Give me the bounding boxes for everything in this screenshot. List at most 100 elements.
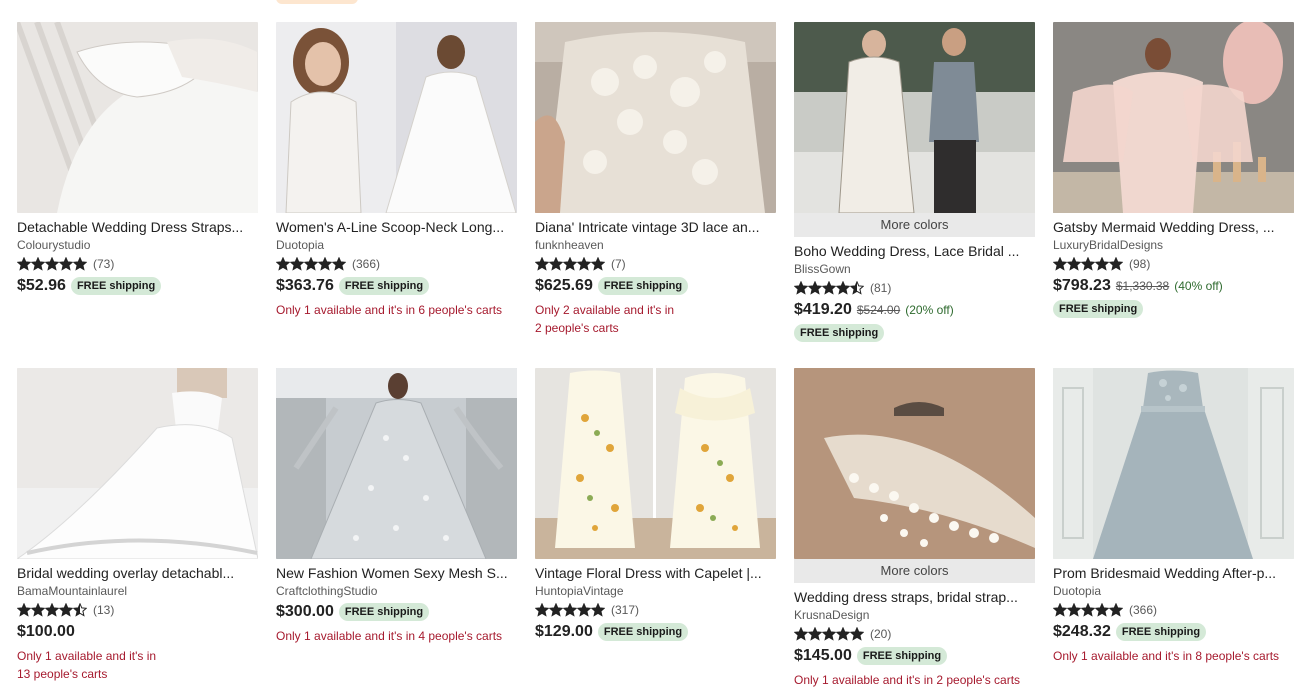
listing-title[interactable]: Bridal wedding overlay detachabl... [17,565,258,581]
free-shipping-badge: FREE shipping [338,277,430,295]
listing-card[interactable]: Gatsby Mermaid Wedding Dress, ... Luxury… [1053,22,1294,368]
shop-name[interactable]: Duotopia [276,238,517,252]
listing-title[interactable]: Women's A-Line Scoop-Neck Long... [276,219,517,235]
price: $248.32 [1053,623,1111,640]
listing-card[interactable]: Prom Bridesmaid Wedding After-p... Duoto… [1053,368,1294,698]
scarcity-notice: Only 1 available and it's in 2 people's … [794,673,1021,687]
listing-image[interactable] [1053,368,1294,559]
listing-image[interactable] [276,368,517,559]
star-icon [17,603,31,617]
star-icon [276,257,290,271]
price-row: $52.96 FREE shipping [17,277,258,295]
star-icon [1081,257,1095,271]
price: $363.76 [276,277,334,294]
shop-name[interactable]: HuntopiaVintage [535,584,776,598]
free-shipping-badge: FREE shipping [856,647,948,665]
shop-name[interactable]: Colourystudio [17,238,258,252]
listing-image[interactable] [535,22,776,213]
price-row: $129.00 FREE shipping [535,623,776,641]
listing-card[interactable]: Detachable Wedding Dress Straps... Colou… [17,22,258,368]
listing-title[interactable]: Wedding dress straps, bridal strap... [794,589,1035,605]
shop-name[interactable]: BlissGown [794,262,1035,276]
star-icon [304,257,318,271]
star-icon [290,257,304,271]
review-count: (366) [1129,603,1158,617]
price-row: $300.00 FREE shipping [276,603,517,621]
price-row: $798.23 $1,330.38 (40% off) [1053,277,1294,295]
scarcity-line: 2 people's carts [535,321,619,335]
price: $129.00 [535,623,593,640]
scarcity-notice: Only 1 available and it's in 13 people's… [17,647,258,683]
rating: (317) [535,602,776,618]
star-icon [31,257,45,271]
star-icon [1095,603,1109,617]
review-count: (366) [352,257,381,271]
price: $100.00 [17,623,75,640]
listing-image[interactable] [276,22,517,213]
listing-title[interactable]: Gatsby Mermaid Wedding Dress, ... [1053,219,1294,235]
shop-name[interactable]: CraftclothingStudio [276,584,517,598]
listing-image[interactable] [1053,22,1294,213]
star-icon [850,627,864,641]
star-icon [1053,257,1067,271]
star-icon [17,257,31,271]
star-icon [1067,603,1081,617]
listing-title[interactable]: Detachable Wedding Dress Straps... [17,219,258,235]
scarcity-line: 13 people's carts [17,667,108,681]
listing-title[interactable]: Vintage Floral Dress with Capelet |... [535,565,776,581]
star-icon [822,281,836,295]
free-shipping-badge: FREE shipping [1115,623,1207,641]
price: $625.69 [535,277,593,294]
listing-title[interactable]: Boho Wedding Dress, Lace Bridal ... [794,243,1035,259]
listing-image[interactable] [794,368,1035,559]
top-pill-fragment [276,0,358,4]
star-icon [535,603,549,617]
star-icon [549,257,563,271]
price: $300.00 [276,603,334,620]
review-count: (81) [870,281,892,295]
review-count: (98) [1129,257,1151,271]
star-icon [59,257,73,271]
star-rating [535,603,605,617]
listing-card[interactable]: Bridal wedding overlay detachabl... Bama… [17,368,258,698]
listing-card[interactable]: New Fashion Women Sexy Mesh S... Craftcl… [276,368,517,698]
star-icon [1067,257,1081,271]
listing-image[interactable] [17,22,258,213]
star-icon [1109,257,1123,271]
star-icon [591,257,605,271]
star-icon [73,257,87,271]
listing-image[interactable] [794,22,1035,213]
listing-title[interactable]: Diana' Intricate vintage 3D lace an... [535,219,776,235]
shop-name[interactable]: funknheaven [535,238,776,252]
listing-title[interactable]: Prom Bridesmaid Wedding After-p... [1053,565,1294,581]
star-icon [45,603,59,617]
listing-card[interactable]: Vintage Floral Dress with Capelet |... H… [535,368,776,698]
star-icon [73,603,87,617]
listing-card[interactable]: More colors Wedding dress straps, bridal… [794,368,1035,698]
listing-title[interactable]: New Fashion Women Sexy Mesh S... [276,565,517,581]
listing-card[interactable]: More colors Boho Wedding Dress, Lace Bri… [794,22,1035,368]
shop-name[interactable]: KrusnaDesign [794,608,1035,622]
free-shipping-badge: FREE shipping [597,277,689,295]
listing-image[interactable] [535,368,776,559]
shop-name[interactable]: BamaMountainlaurel [17,584,258,598]
shop-name[interactable]: Duotopia [1053,584,1294,598]
star-icon [822,627,836,641]
listing-card[interactable]: Diana' Intricate vintage 3D lace an... f… [535,22,776,368]
free-shipping-badge: FREE shipping [338,603,430,621]
star-icon [563,257,577,271]
star-rating [17,603,87,617]
listing-image[interactable] [17,368,258,559]
more-colors-label: More colors [794,213,1035,237]
original-price: $1,330.38 [1115,279,1170,293]
price: $145.00 [794,647,852,664]
listing-card[interactable]: Women's A-Line Scoop-Neck Long... Duotop… [276,22,517,368]
star-icon [549,603,563,617]
free-shipping-badge: FREE shipping [1053,300,1144,318]
price-row: $363.76 FREE shipping [276,277,517,295]
free-shipping-badge: FREE shipping [70,277,162,295]
review-count: (317) [611,603,640,617]
rating: (13) [17,602,258,618]
rating: (366) [1053,602,1294,618]
shop-name[interactable]: LuxuryBridalDesigns [1053,238,1294,252]
